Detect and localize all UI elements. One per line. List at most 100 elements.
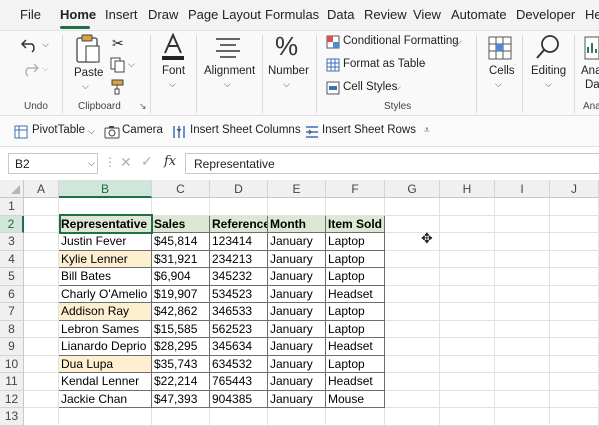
cells-dropdown-icon[interactable]: ⌵ bbox=[495, 79, 502, 90]
empty-cell[interactable] bbox=[495, 198, 550, 216]
table-header-cell[interactable]: Representative bbox=[59, 215, 152, 233]
table-cell[interactable]: $19,907 bbox=[152, 285, 210, 303]
empty-cell[interactable] bbox=[326, 408, 385, 426]
redo-icon[interactable] bbox=[20, 61, 40, 77]
editing-dropdown-icon[interactable]: ⌵ bbox=[545, 79, 552, 90]
table-cell[interactable]: January bbox=[268, 338, 326, 356]
table-cell[interactable]: 765443 bbox=[210, 373, 268, 391]
customize-toolbar-icon[interactable]: ⩡ bbox=[424, 125, 430, 136]
empty-cell[interactable] bbox=[495, 303, 550, 321]
row-header-12[interactable]: 12 bbox=[0, 390, 24, 408]
table-cell[interactable]: 534523 bbox=[210, 285, 268, 303]
font-dropdown-icon[interactable]: ⌵ bbox=[169, 79, 176, 90]
font-button[interactable]: Font bbox=[162, 65, 185, 77]
table-cell[interactable]: $42,862 bbox=[152, 303, 210, 321]
empty-cell[interactable] bbox=[440, 215, 495, 233]
pivot-table-dropdown-icon[interactable]: ⌵ bbox=[88, 126, 95, 137]
empty-cell[interactable] bbox=[440, 303, 495, 321]
empty-cell[interactable] bbox=[550, 285, 599, 303]
table-cell[interactable]: Lianardo Deprio bbox=[59, 338, 152, 356]
empty-cell[interactable] bbox=[495, 408, 550, 426]
empty-cell[interactable] bbox=[24, 320, 59, 338]
column-header-a[interactable]: A bbox=[24, 180, 59, 198]
table-cell[interactable]: Laptop bbox=[326, 355, 385, 373]
select-all-corner[interactable] bbox=[0, 180, 24, 198]
analyze-data-label-line1[interactable]: Ana bbox=[581, 65, 599, 77]
row-header-13[interactable]: 13 bbox=[0, 408, 24, 426]
menu-help[interactable]: Help bbox=[585, 7, 599, 22]
conditional-formatting-button[interactable]: Conditional Formatting bbox=[343, 35, 459, 47]
empty-cell[interactable] bbox=[550, 215, 599, 233]
row-header-3[interactable]: 3 bbox=[0, 233, 24, 251]
empty-cell[interactable] bbox=[268, 408, 326, 426]
name-box[interactable]: B2 bbox=[8, 153, 98, 174]
table-cell[interactable]: Lebron Sames bbox=[59, 320, 152, 338]
empty-cell[interactable] bbox=[495, 233, 550, 251]
font-icon[interactable] bbox=[160, 33, 186, 61]
empty-cell[interactable] bbox=[550, 408, 599, 426]
row-header-7[interactable]: 7 bbox=[0, 303, 24, 321]
editing-search-icon[interactable] bbox=[535, 33, 561, 61]
number-format-icon[interactable]: % bbox=[275, 31, 298, 62]
table-cell[interactable]: $22,214 bbox=[152, 373, 210, 391]
empty-cell[interactable] bbox=[495, 215, 550, 233]
empty-cell[interactable] bbox=[440, 390, 495, 408]
empty-cell[interactable] bbox=[24, 215, 59, 233]
empty-cell[interactable] bbox=[440, 250, 495, 268]
row-header-8[interactable]: 8 bbox=[0, 320, 24, 338]
more-options-icon[interactable]: ⋮ bbox=[104, 155, 116, 169]
column-header-j[interactable]: J bbox=[550, 180, 599, 198]
row-header-9[interactable]: 9 bbox=[0, 338, 24, 356]
table-cell[interactable]: Dua Lupa bbox=[59, 355, 152, 373]
analyze-data-icon[interactable] bbox=[583, 35, 599, 61]
camera-button[interactable]: Camera bbox=[122, 124, 163, 136]
conditional-formatting-dropdown-icon[interactable]: ⌵ bbox=[455, 36, 462, 47]
paste-dropdown-icon[interactable]: ⌵ bbox=[82, 81, 89, 92]
table-cell[interactable]: $35,743 bbox=[152, 355, 210, 373]
number-dropdown-icon[interactable]: ⌵ bbox=[283, 79, 290, 90]
table-cell[interactable]: $47,393 bbox=[152, 390, 210, 408]
table-cell[interactable]: 345634 bbox=[210, 338, 268, 356]
row-header-11[interactable]: 11 bbox=[0, 373, 24, 391]
cell-styles-dropdown-icon[interactable]: ⌵ bbox=[394, 82, 401, 93]
row-header-2[interactable]: 2 bbox=[0, 215, 24, 233]
menu-formulas[interactable]: Formulas bbox=[265, 7, 319, 22]
empty-cell[interactable] bbox=[152, 198, 210, 216]
format-painter-icon[interactable] bbox=[110, 79, 126, 95]
empty-cell[interactable] bbox=[385, 198, 440, 216]
menu-view[interactable]: View bbox=[413, 7, 441, 22]
empty-cell[interactable] bbox=[24, 303, 59, 321]
empty-cell[interactable] bbox=[495, 373, 550, 391]
table-cell[interactable]: $28,295 bbox=[152, 338, 210, 356]
table-cell[interactable]: Justin Fever bbox=[59, 233, 152, 251]
empty-cell[interactable] bbox=[495, 390, 550, 408]
cell-styles-button[interactable]: Cell Styles bbox=[343, 81, 397, 93]
name-box-dropdown-icon[interactable]: ⌵ bbox=[88, 158, 95, 169]
insert-sheet-columns-button[interactable]: Insert Sheet Columns bbox=[190, 124, 301, 136]
clipboard-launcher-icon[interactable]: ↘ bbox=[139, 101, 147, 112]
cut-icon[interactable]: ✂ bbox=[112, 35, 124, 52]
empty-cell[interactable] bbox=[495, 268, 550, 286]
column-header-d[interactable]: D bbox=[210, 180, 268, 198]
redo-dropdown-icon[interactable]: ⌵ bbox=[42, 63, 49, 74]
number-button[interactable]: Number bbox=[268, 65, 309, 77]
empty-cell[interactable] bbox=[385, 320, 440, 338]
empty-cell[interactable] bbox=[440, 320, 495, 338]
empty-cell[interactable] bbox=[385, 373, 440, 391]
table-cell[interactable]: $6,904 bbox=[152, 268, 210, 286]
empty-cell[interactable] bbox=[440, 355, 495, 373]
column-header-h[interactable]: H bbox=[440, 180, 495, 198]
table-cell[interactable]: 346533 bbox=[210, 303, 268, 321]
menu-page-layout[interactable]: Page Layout bbox=[188, 7, 261, 22]
empty-cell[interactable] bbox=[495, 250, 550, 268]
table-cell[interactable]: January bbox=[268, 303, 326, 321]
copy-dropdown-icon[interactable]: ⌵ bbox=[128, 59, 135, 70]
table-cell[interactable]: $15,585 bbox=[152, 320, 210, 338]
empty-cell[interactable] bbox=[440, 338, 495, 356]
table-cell[interactable]: January bbox=[268, 373, 326, 391]
cells-button[interactable]: Cells bbox=[489, 65, 515, 77]
empty-cell[interactable] bbox=[24, 355, 59, 373]
table-cell[interactable]: January bbox=[268, 285, 326, 303]
column-header-c[interactable]: C bbox=[152, 180, 210, 198]
row-header-6[interactable]: 6 bbox=[0, 285, 24, 303]
